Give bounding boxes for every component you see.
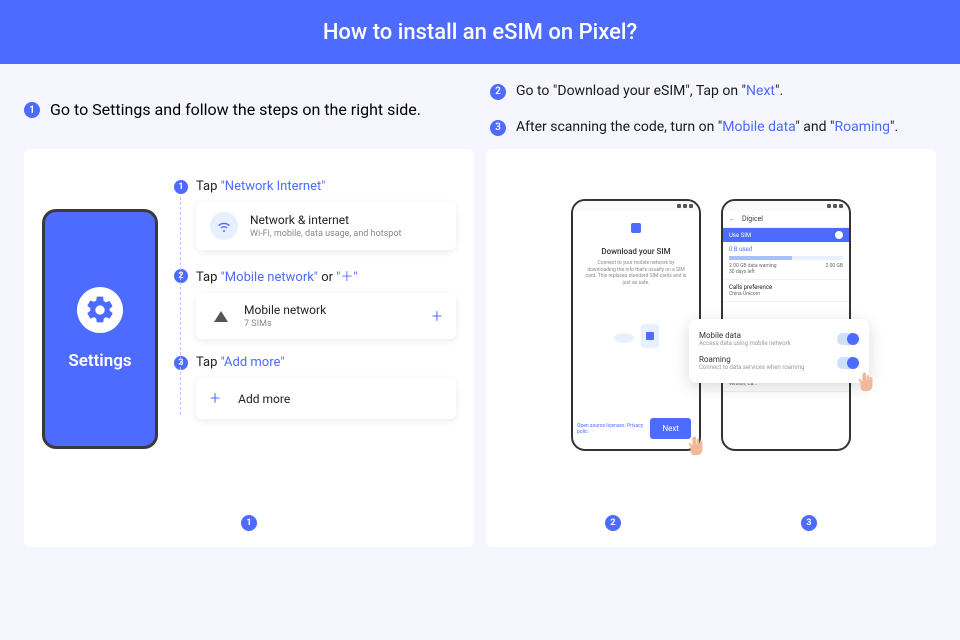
panels-row: Settings 1 Tap "Network Internet" Networ…	[0, 149, 960, 547]
signal-icon	[214, 311, 228, 322]
pointer-hand-icon	[855, 369, 877, 395]
step-number-1: 1	[24, 102, 40, 118]
page-header: How to install an eSIM on Pixel?	[0, 0, 960, 64]
pointer-hand-icon	[685, 433, 707, 459]
card-mobile-network: Mobile network 7 SIMs +	[196, 293, 456, 339]
phone-label: Settings	[68, 351, 131, 371]
cloud-icon	[613, 329, 635, 343]
instruction-1: Go to Settings and follow the steps on t…	[50, 100, 421, 119]
panel1-footer-badge: 1	[42, 515, 456, 531]
plus-icon: +	[432, 306, 442, 327]
panel-2: Download your SIM Connect to your mobile…	[486, 149, 936, 547]
mobile-data-toggle	[837, 333, 859, 345]
gear-icon	[77, 287, 123, 333]
instructions-block: 1 Go to Settings and follow the steps on…	[0, 64, 960, 149]
footer-link: Open source licenses. Privacy polic	[577, 423, 650, 435]
instruction-2: Go to "Download your eSIM", Tap on "Next…	[516, 82, 783, 102]
instruction-3: After scanning the code, turn on "Mobile…	[516, 118, 898, 138]
panel2-footer-badges: 2 3	[504, 515, 918, 531]
roaming-toggle	[837, 357, 859, 369]
roaming-link: Roaming	[834, 119, 890, 135]
substep-badge-3: 3	[174, 356, 188, 370]
substep-2-text: Tap "Mobile network" or "＋"	[196, 266, 358, 285]
step-connector	[180, 197, 181, 415]
page-title: How to install an eSIM on Pixel?	[323, 20, 637, 45]
card-network-internet: Network & internet Wi-Fi, mobile, data u…	[196, 202, 456, 250]
sim-icon	[641, 324, 659, 348]
lock-icon	[631, 223, 641, 233]
toggle-on-icon	[835, 231, 843, 239]
step-number-3: 3	[490, 120, 506, 136]
substep-3-text: Tap "Add more"	[196, 355, 284, 370]
substep-badge-1: 1	[174, 180, 188, 194]
wifi-icon	[210, 212, 238, 240]
step-number-2: 2	[490, 84, 506, 100]
panel-1: Settings 1 Tap "Network Internet" Networ…	[24, 149, 474, 547]
card-add-more: + Add more	[196, 378, 456, 419]
phone-mockup-settings: Settings	[42, 209, 158, 449]
toggles-overlay: Mobile data Access data using mobile net…	[689, 319, 869, 383]
mobile-data-link: Mobile data	[722, 119, 795, 135]
substep-1-text: Tap "Network Internet"	[196, 179, 325, 194]
phone-download-sim: Download your SIM Connect to your mobile…	[571, 199, 701, 451]
plus-icon: +	[210, 388, 220, 409]
next-link: Next	[746, 83, 775, 99]
substep-badge-2: 2	[174, 269, 188, 283]
back-arrow-icon: ←	[729, 215, 736, 223]
